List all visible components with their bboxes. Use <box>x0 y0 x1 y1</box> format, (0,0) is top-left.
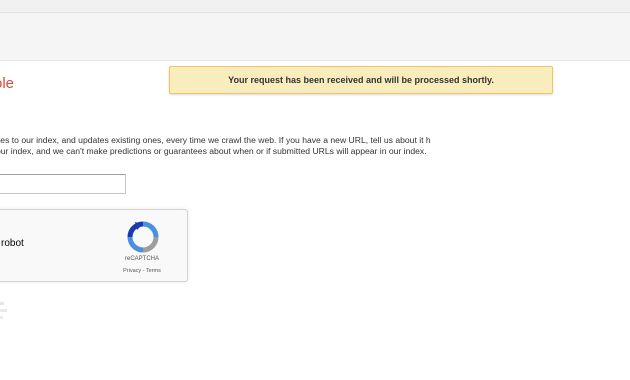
notice-text: Your request has been received and will … <box>228 75 494 85</box>
page-toolbar <box>0 13 630 61</box>
page-title: ole <box>0 75 15 92</box>
description-line-1: ites to our index, and updates existing … <box>0 135 431 145</box>
recaptcha-widget: robot reCAPTCHA Privacy - Terms <box>0 209 188 282</box>
status-notice: Your request has been received and will … <box>169 66 553 94</box>
faint-decoration <box>0 302 7 319</box>
recaptcha-brand: reCAPTCHA <box>124 256 159 262</box>
privacy-link[interactable]: Privacy <box>123 268 141 274</box>
terms-link[interactable]: Terms <box>146 268 161 274</box>
recaptcha-label: robot <box>1 238 24 249</box>
browser-top-bar <box>0 0 630 13</box>
recaptcha-links: Privacy - Terms <box>112 268 172 274</box>
recaptcha-logo-icon <box>127 221 159 253</box>
description-line-2: our index, and we can't make predictions… <box>0 145 427 156</box>
url-input[interactable] <box>0 174 126 194</box>
page-description: ites to our index, and updates existing … <box>0 135 630 156</box>
